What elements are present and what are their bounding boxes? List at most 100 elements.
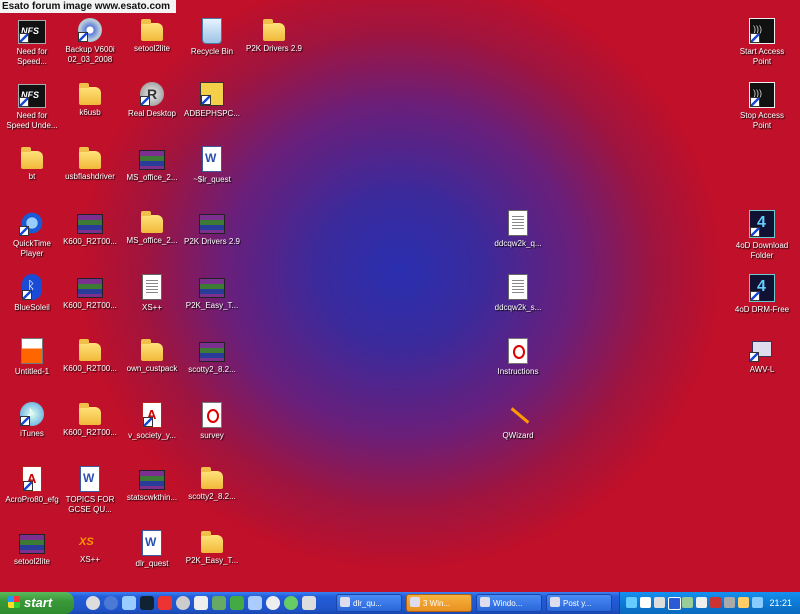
icon-label: MS_office_2... bbox=[126, 173, 178, 182]
taskbar-button-post[interactable]: Post y... bbox=[546, 594, 612, 612]
desktop-icon-survey[interactable]: survey bbox=[180, 400, 244, 460]
desktop-icon-ddcqw2k-q[interactable]: ddcqw2k_q... bbox=[486, 208, 550, 268]
desktop-icon-ddcqw2k-s[interactable]: ddcqw2k_s... bbox=[486, 272, 550, 332]
desktop-icon-p2k-drivers-folder[interactable]: P2K Drivers 2.9 bbox=[242, 16, 306, 76]
gallery-icon[interactable] bbox=[158, 596, 172, 610]
start-button[interactable]: start bbox=[0, 592, 74, 614]
icon-label: bt bbox=[28, 172, 36, 181]
icon-label: K600_R2T00... bbox=[63, 237, 117, 246]
mail-icon[interactable] bbox=[194, 596, 208, 610]
desktop-icon-quicktime[interactable]: QuickTime Player bbox=[0, 208, 64, 268]
desktop-icon-xspp-file[interactable]: XS++ bbox=[120, 272, 184, 332]
desktop-icon-statscwk[interactable]: statscwkthin... bbox=[120, 464, 184, 524]
network-computer-icon bbox=[749, 338, 775, 362]
desktop-icon-scotty2-folder[interactable]: scotty2_8.2... bbox=[180, 464, 244, 524]
opera-document-icon bbox=[508, 338, 528, 364]
itunes-quicklaunch-icon[interactable] bbox=[284, 596, 298, 610]
icon-label: survey bbox=[200, 431, 224, 440]
desktop-icon-start-access-point[interactable]: Start Access Point bbox=[730, 16, 794, 76]
desktop-icon-k600-archive-1[interactable]: K600_R2T00... bbox=[58, 208, 122, 268]
browser-icon bbox=[550, 597, 560, 607]
photoshop-icon[interactable] bbox=[140, 596, 154, 610]
video-file-icon bbox=[508, 210, 528, 236]
icon-label: QuickTime Player bbox=[13, 239, 51, 258]
messenger-icon[interactable] bbox=[212, 596, 226, 610]
media-player-icon[interactable] bbox=[86, 596, 100, 610]
clock[interactable]: 21:21 bbox=[769, 592, 792, 614]
desktop-icon-stop-access-point[interactable]: Stop Access Point bbox=[730, 80, 794, 140]
icon-label: ~$lr_quest bbox=[193, 175, 231, 184]
desktop-icon-lr-quest[interactable]: ~$lr_quest bbox=[180, 144, 244, 204]
desktop-icon-bt[interactable]: bt bbox=[0, 144, 64, 204]
desktop-icon-topics-gcse[interactable]: TOPICS FOR GCSE QU... bbox=[58, 464, 122, 524]
icon-label: own_custpack bbox=[126, 364, 178, 373]
rar-archive-icon bbox=[139, 150, 165, 170]
desktop-icon-k600-archive-2[interactable]: K600_R2T00... bbox=[58, 272, 122, 332]
desktop-icon-instructions[interactable]: Instructions bbox=[486, 336, 550, 396]
desktop-icon-untitled-1[interactable]: Untitled-1 bbox=[0, 336, 64, 396]
desktop-icon-setool2lite-folder[interactable]: setool2lite bbox=[120, 16, 184, 76]
settings-icon[interactable] bbox=[302, 596, 316, 610]
usb-tray-icon[interactable] bbox=[696, 597, 707, 608]
icon-label: dlr_quest bbox=[135, 559, 169, 568]
icon-label: 4oD Download Folder bbox=[735, 241, 789, 260]
update-tray-icon[interactable] bbox=[738, 597, 749, 608]
desktop-icon-p2k-easy-folder[interactable]: P2K_Easy_T... bbox=[180, 528, 244, 588]
folder-group-icon bbox=[410, 597, 420, 607]
security-tray-icon[interactable] bbox=[710, 597, 721, 608]
desktop-icon-ms-office-folder[interactable]: MS_office_2... bbox=[120, 208, 184, 268]
desktop-icon-xspp-app[interactable]: XS++ bbox=[58, 528, 122, 588]
speaker-tray-icon[interactable] bbox=[654, 597, 665, 608]
icon-label: P2K_Easy_T... bbox=[185, 301, 239, 310]
desktop-icon-backup-v600i[interactable]: Backup V600i 02_03_2008 bbox=[58, 16, 122, 76]
desktop-icon-p2k-drivers-archive[interactable]: P2K Drivers 2.9 bbox=[180, 208, 244, 268]
icon-label: K600_R2T00... bbox=[63, 364, 117, 373]
firefox-icon[interactable] bbox=[176, 596, 190, 610]
internet-explorer-icon[interactable] bbox=[104, 596, 118, 610]
desktop-icon-real-desktop[interactable]: Real Desktop bbox=[120, 80, 184, 140]
folder-icon bbox=[141, 19, 163, 41]
desktop-icon-4od-download-folder[interactable]: 4oD Download Folder bbox=[730, 208, 794, 268]
opera-document-icon bbox=[202, 402, 222, 428]
video-file-icon bbox=[508, 274, 528, 300]
desktop-icon-bluesoleil[interactable]: BlueSoleil bbox=[0, 272, 64, 332]
desktop-icon-adbephspc[interactable]: ADBEPHSPC... bbox=[180, 80, 244, 140]
wireless-access-icon bbox=[749, 18, 775, 44]
clock-app-icon[interactable] bbox=[266, 596, 280, 610]
desktop-icon[interactable] bbox=[122, 596, 136, 610]
desktop-icon-k6usb[interactable]: k6usb bbox=[58, 80, 122, 140]
desktop-icon-ms-office-archive[interactable]: MS_office_2... bbox=[120, 144, 184, 204]
antivirus-tray-icon[interactable] bbox=[682, 597, 693, 608]
hotmail-icon[interactable] bbox=[230, 596, 244, 610]
explorer-icon[interactable] bbox=[248, 596, 262, 610]
wireless-tray-icon[interactable] bbox=[640, 597, 651, 608]
messenger-tray-icon[interactable] bbox=[752, 597, 763, 608]
desktop-icon-setool2lite-archive[interactable]: setool2lite bbox=[0, 528, 64, 588]
desktop-icon-usbflashdriver[interactable]: usbflashdriver bbox=[58, 144, 122, 204]
network-tray-icon[interactable] bbox=[626, 597, 637, 608]
taskbar-button-windows-group[interactable]: 3 Win... bbox=[406, 594, 472, 612]
itunes-icon bbox=[20, 402, 44, 426]
desktop-icon-itunes[interactable]: iTunes bbox=[0, 400, 64, 460]
bluetooth-tray-icon[interactable] bbox=[668, 597, 681, 610]
taskbar-button-dlr-quest[interactable]: dlr_qu... bbox=[336, 594, 402, 612]
desktop-icon-dlr-quest[interactable]: dlr_quest bbox=[120, 528, 184, 588]
desktop-icon-k600-folder-1[interactable]: K600_R2T00... bbox=[58, 336, 122, 396]
desktop-icon-scotty2-archive[interactable]: scotty2_8.2... bbox=[180, 336, 244, 396]
desktop-icon-acropro[interactable]: AcroPro80_efg bbox=[0, 464, 64, 524]
desktop-icon-p2k-easy-archive[interactable]: P2K_Easy_T... bbox=[180, 272, 244, 332]
desktop-icon-need-for-speed[interactable]: Need for Speed... bbox=[0, 16, 64, 76]
desktop-icon-recycle-bin[interactable]: Recycle Bin bbox=[180, 16, 244, 76]
desktop-icon-awv-l[interactable]: AWV-L bbox=[730, 336, 794, 396]
icon-label: ddcqw2k_s... bbox=[494, 303, 542, 312]
desktop-icon-own-custpack[interactable]: own_custpack bbox=[120, 336, 184, 396]
nfs-game-icon bbox=[18, 84, 46, 108]
desktop-icon-v-society[interactable]: v_society_y... bbox=[120, 400, 184, 460]
desktop-icon-need-for-speed-underground[interactable]: Need for Speed Unde... bbox=[0, 80, 64, 140]
desktop-icon-qwizard[interactable]: QWizard bbox=[486, 400, 550, 460]
desktop-icon-k600-folder-2[interactable]: K600_R2T00... bbox=[58, 400, 122, 460]
display-tray-icon[interactable] bbox=[724, 597, 735, 608]
word-document-icon bbox=[202, 146, 222, 172]
desktop-icon-4od-drm-free[interactable]: 4oD DRM-Free bbox=[730, 272, 794, 332]
taskbar-button-windows[interactable]: Windo... bbox=[476, 594, 542, 612]
